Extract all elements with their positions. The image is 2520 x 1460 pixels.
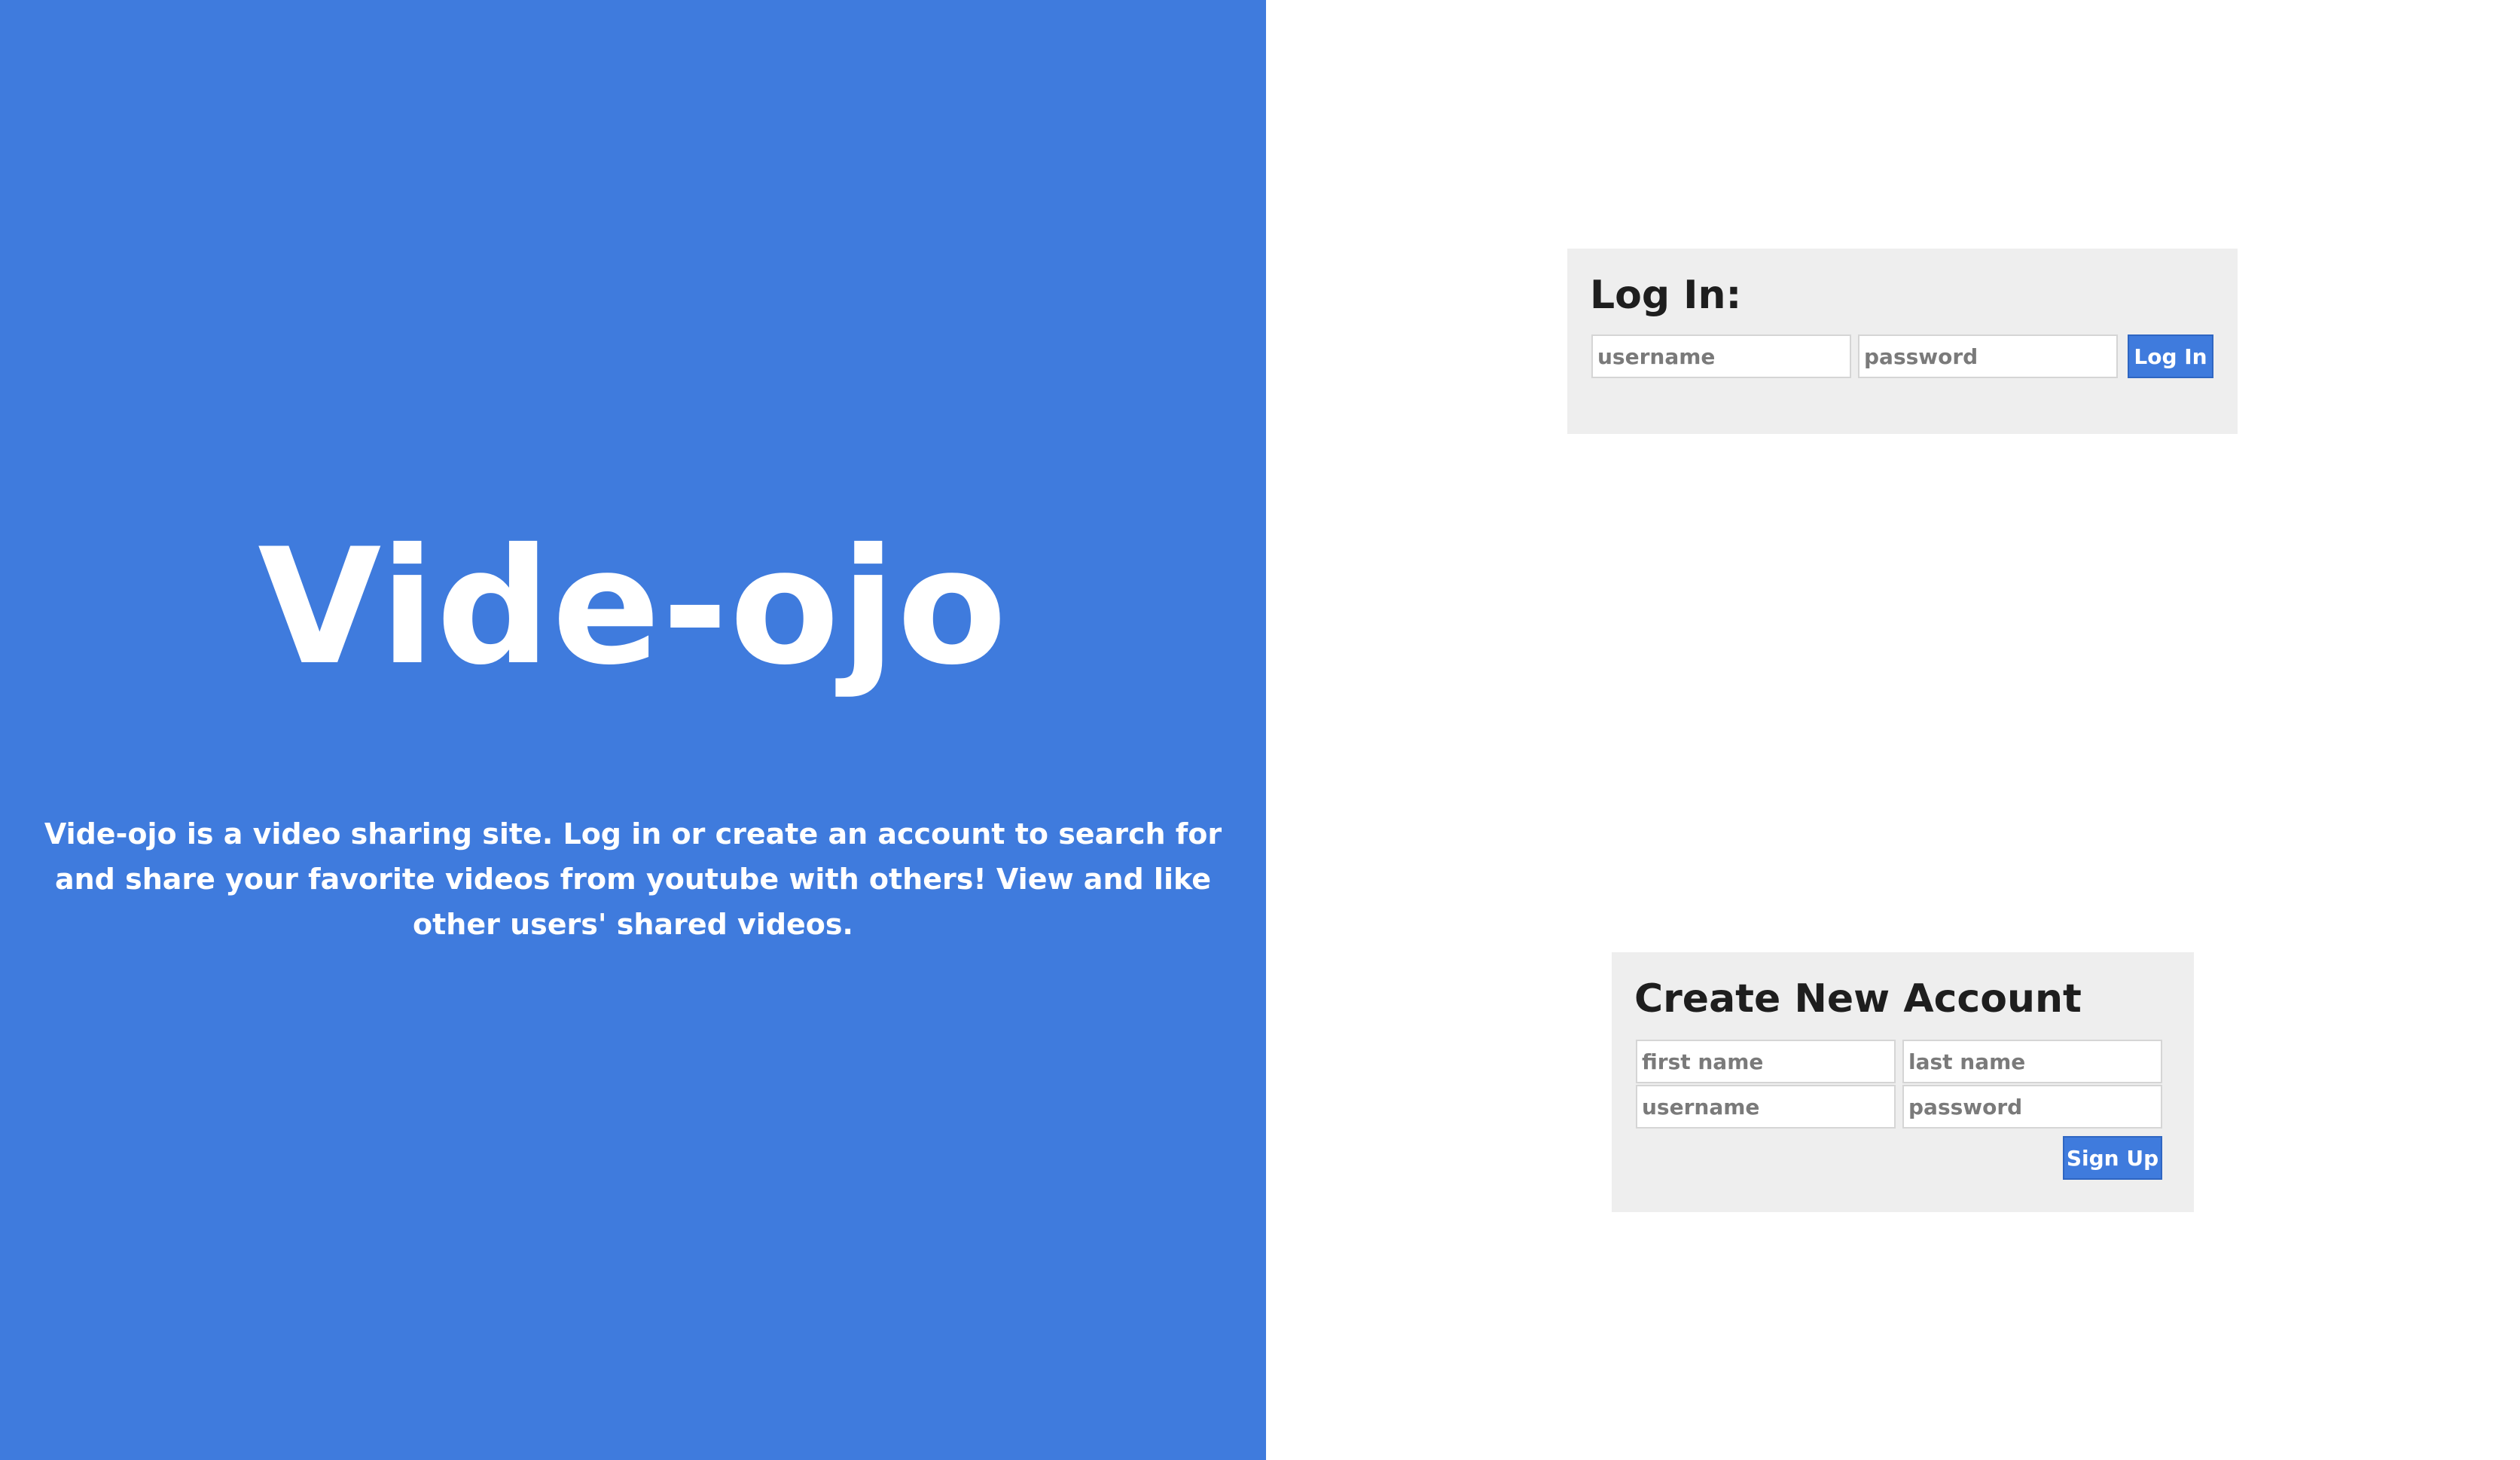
login-username-input[interactable] bbox=[1591, 334, 1851, 378]
login-button[interactable]: Log In bbox=[2128, 334, 2213, 378]
login-heading: Log In: bbox=[1590, 273, 1742, 318]
page: Vide-ojo Vide-ojo is a video sharing sit… bbox=[0, 0, 2520, 1460]
signup-username-input[interactable] bbox=[1636, 1085, 1896, 1129]
site-title: Vide-ojo bbox=[258, 514, 1008, 700]
signup-first-name-input[interactable] bbox=[1636, 1040, 1896, 1083]
signup-password-input[interactable] bbox=[1902, 1085, 2162, 1129]
signup-button[interactable]: Sign Up bbox=[2063, 1136, 2162, 1180]
signup-last-name-input[interactable] bbox=[1902, 1040, 2162, 1083]
signup-heading: Create New Account bbox=[1634, 976, 2082, 1022]
signup-card: Create New Account Sign Up bbox=[1612, 952, 2194, 1212]
hero-panel: Vide-ojo Vide-ojo is a video sharing sit… bbox=[0, 0, 1266, 1460]
login-password-input[interactable] bbox=[1858, 334, 2118, 378]
login-card: Log In: Log In bbox=[1567, 249, 2238, 434]
site-tagline: Vide-ojo is a video sharing site. Log in… bbox=[44, 817, 1222, 941]
